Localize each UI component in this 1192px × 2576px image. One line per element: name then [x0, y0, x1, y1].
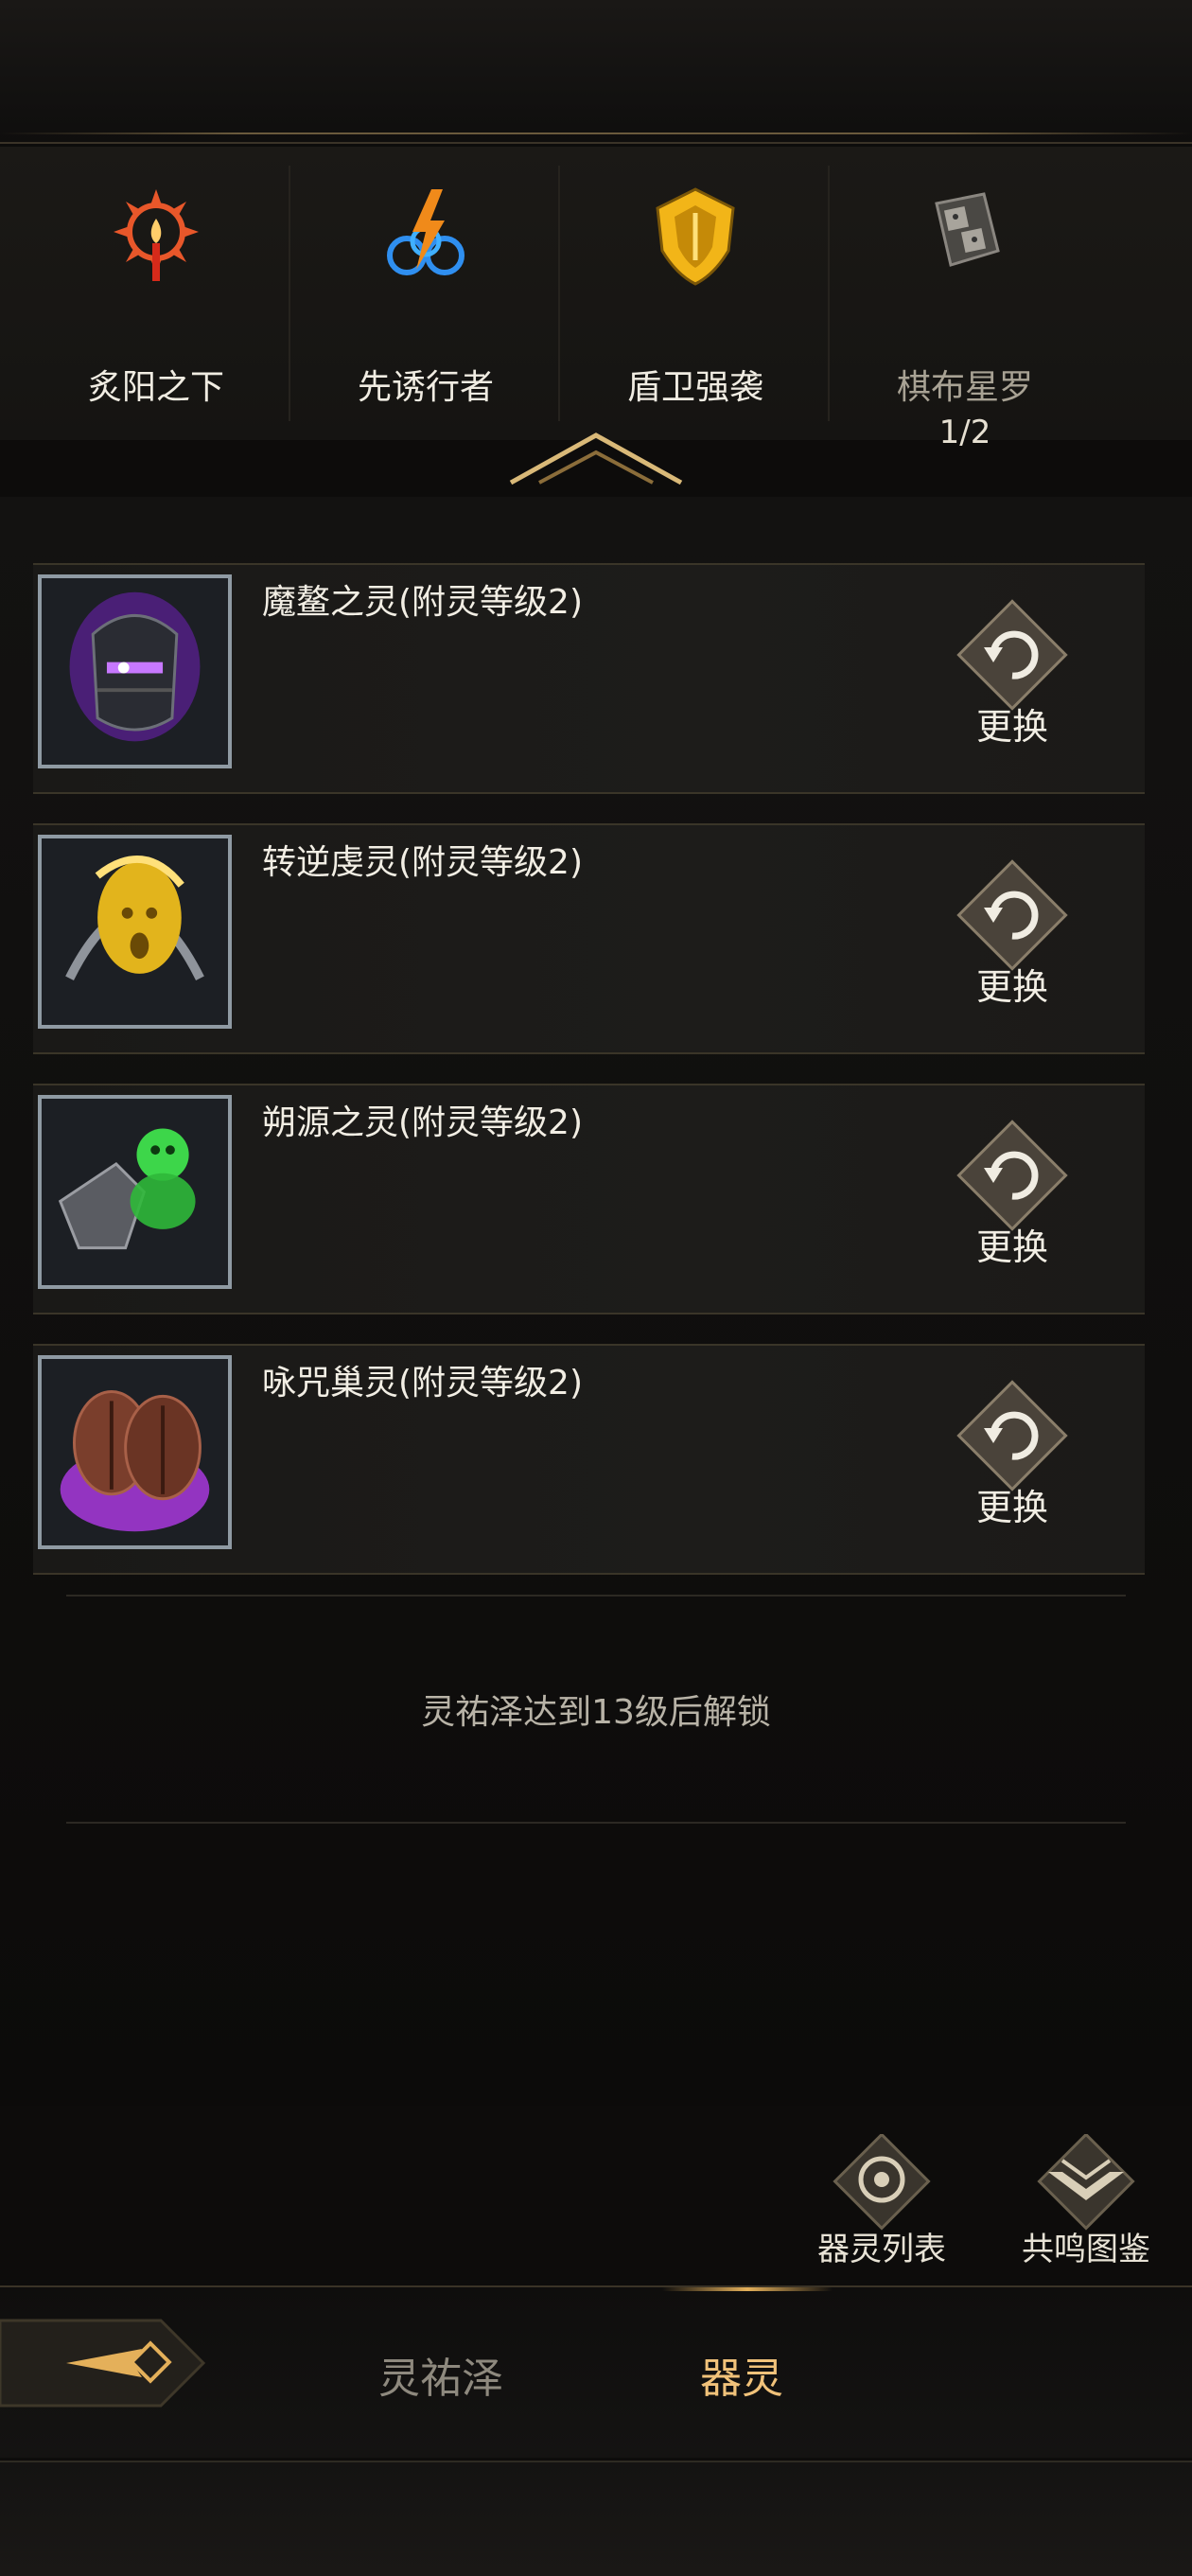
active-tab-indicator: [662, 2287, 833, 2291]
corner-button-label: 器灵列表: [817, 2231, 946, 2268]
green-spirit-armor-icon: [42, 1099, 228, 1285]
spirit-row: 咏咒巢灵(附灵等级2) 更换: [33, 1344, 1145, 1575]
dark-knight-helm-icon: [42, 578, 228, 765]
spirit-name: 咏咒巢灵(附灵等级2): [262, 1364, 583, 1403]
swap-icon[interactable]: [955, 1119, 1069, 1232]
swap-icon[interactable]: [955, 598, 1069, 712]
swap-button[interactable]: 更换: [946, 1218, 1078, 1270]
spirit-portrait[interactable]: [38, 1095, 232, 1289]
spirit-row: 魔鳌之灵(附灵等级2) 更换: [33, 563, 1145, 794]
swap-icon[interactable]: [955, 858, 1069, 972]
tab-label: 炙阳之下: [87, 368, 224, 407]
golden-face-icon: [42, 838, 228, 1025]
spirit-name: 朔源之灵(附灵等级2): [262, 1103, 583, 1142]
tab-label: 棋布星罗: [896, 368, 1033, 407]
spirit-panel: 魔鳌之灵(附灵等级2) 更换 转逆虔灵(附灵等级2) 更换 朔源之灵(附灵等级2…: [0, 497, 1192, 2106]
swap-button[interactable]: 更换: [946, 958, 1078, 1010]
tab-set-4[interactable]: 棋布星罗 1/2: [833, 166, 1097, 451]
tab-set-3[interactable]: 盾卫强袭: [563, 166, 828, 440]
scroll-dice-icon: [935, 192, 1000, 267]
sun-flame-icon: [114, 189, 199, 281]
tab-set-1[interactable]: 炙阳之下: [24, 166, 289, 440]
tab-lingyouze[interactable]: 灵祐泽: [378, 2344, 503, 2405]
spirit-row: 转逆虔灵(附灵等级2) 更换: [33, 823, 1145, 1054]
spirit-list-button[interactable]: 器灵列表: [815, 2132, 948, 2276]
spirit-name: 魔鳌之灵(附灵等级2): [262, 583, 583, 622]
lightning-swirl-icon: [387, 189, 465, 275]
purple-cocoon-icon: [42, 1359, 228, 1545]
spirit-row: 朔源之灵(附灵等级2) 更换: [33, 1084, 1145, 1314]
swap-icon[interactable]: [955, 1379, 1069, 1492]
top-frame: [0, 0, 1192, 144]
spirit-portrait[interactable]: [38, 835, 232, 1029]
tab-progress: 1/2: [938, 414, 991, 451]
tab-label: 先诱行者: [357, 368, 494, 407]
bottom-nav: 灵祐泽 器灵: [0, 2285, 1192, 2458]
collapse-chevron-icon[interactable]: [501, 426, 691, 492]
unlock-hint: 灵祐泽达到13级后解锁: [421, 1693, 771, 1732]
tab-set-2[interactable]: 先诱行者: [293, 166, 558, 440]
tab-divider: [558, 166, 560, 421]
swap-button[interactable]: 更换: [946, 1478, 1078, 1530]
spirit-portrait[interactable]: [38, 1355, 232, 1549]
resonance-codex-button[interactable]: 共鸣图鉴: [1020, 2132, 1152, 2276]
bottom-frame: [0, 2461, 1192, 2576]
spirit-name: 转逆虔灵(附灵等级2): [262, 843, 583, 882]
tab-divider: [828, 166, 830, 421]
golden-shield-icon: [656, 187, 735, 286]
corner-button-label: 共鸣图鉴: [1022, 2231, 1150, 2268]
divider: [66, 1822, 1126, 1824]
tab-label: 盾卫强袭: [626, 368, 763, 407]
divider: [66, 1595, 1126, 1597]
tab-divider: [289, 166, 290, 421]
swap-button[interactable]: 更换: [946, 697, 1078, 750]
back-arrow-icon[interactable]: [0, 2311, 208, 2415]
tab-qiling[interactable]: 器灵: [700, 2344, 783, 2405]
set-tabs: 炙阳之下 先诱行者 盾卫强袭 棋布星罗 1/2: [0, 147, 1192, 451]
spirit-portrait[interactable]: [38, 574, 232, 768]
